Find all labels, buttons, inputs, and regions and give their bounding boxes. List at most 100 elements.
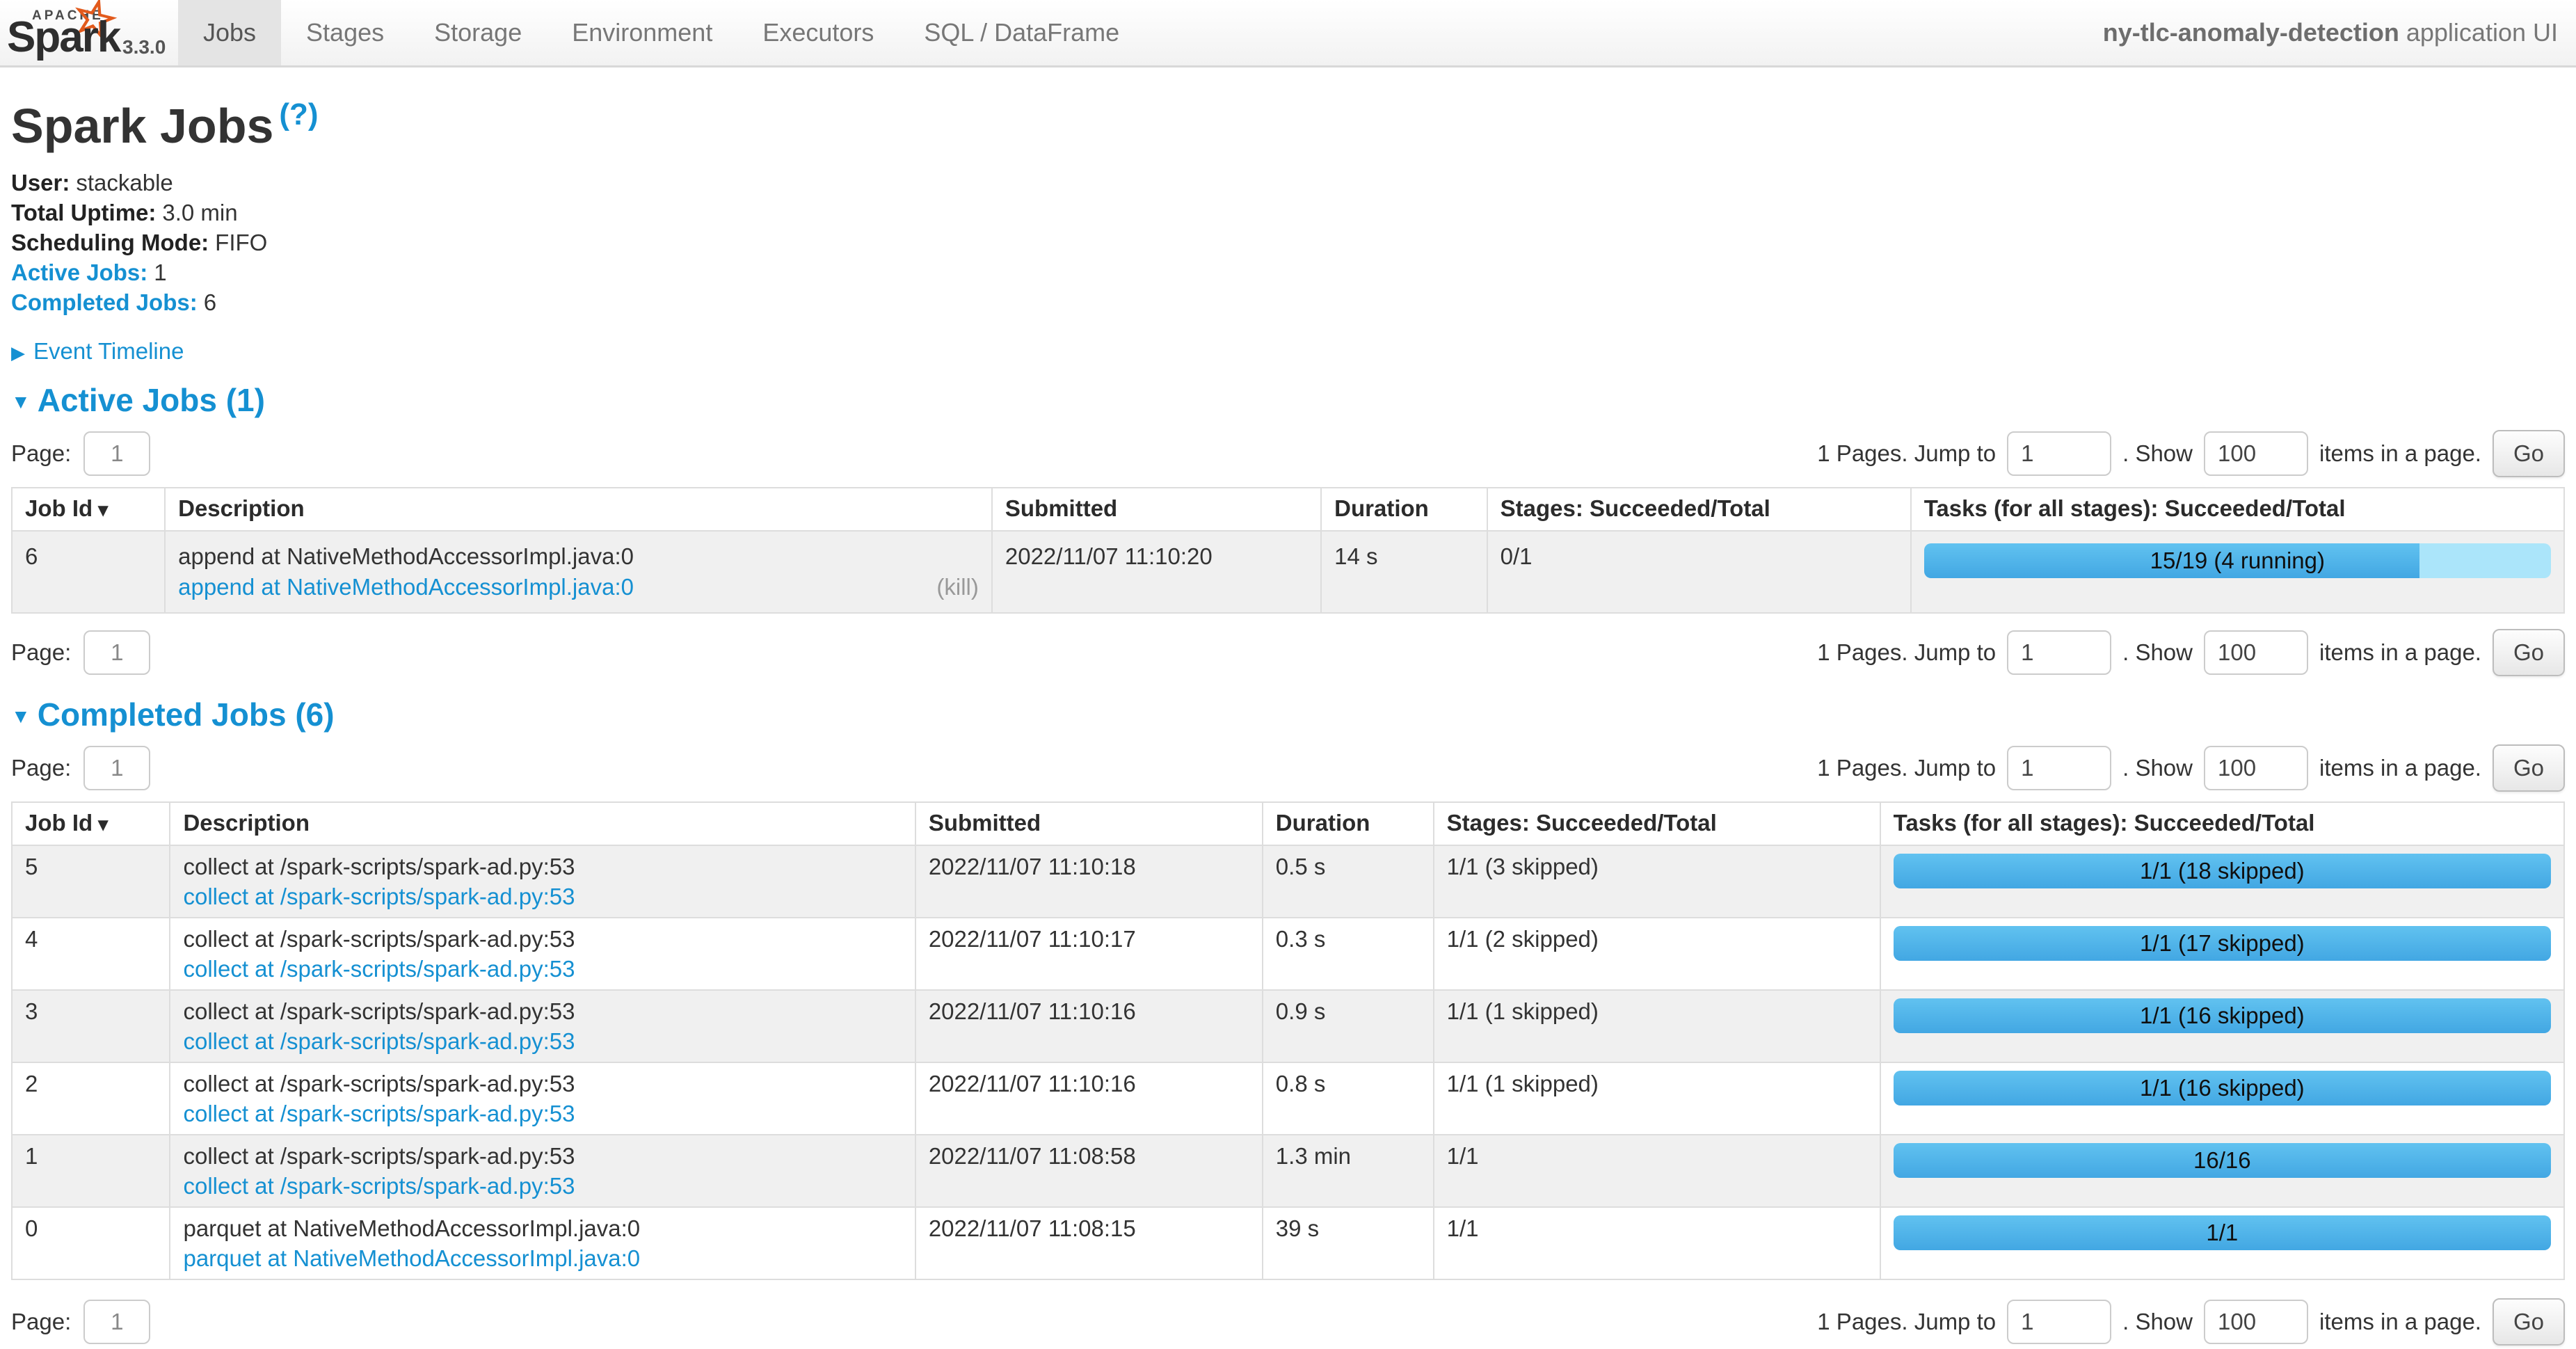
col-stages[interactable]: Stages: Succeeded/Total	[1434, 802, 1880, 845]
summary-scheduling-mode: Scheduling Mode:FIFO	[11, 228, 2565, 257]
tab-stages[interactable]: Stages	[281, 0, 409, 65]
table-row: 4 collect at /spark-scripts/spark-ad.py:…	[12, 918, 2564, 990]
summary-completed-jobs: Completed Jobs:6	[11, 287, 2565, 317]
jump-to-page-input[interactable]	[2007, 431, 2111, 476]
col-tasks[interactable]: Tasks (for all stages): Succeeded/Total	[1880, 802, 2564, 845]
application-name: ny-tlc-anomaly-detection application UI	[2103, 18, 2576, 47]
active-jobs-section-header[interactable]: ▼Active Jobs (1)	[11, 381, 2565, 419]
tab-executors[interactable]: Executors	[737, 0, 899, 65]
tab-storage[interactable]: Storage	[409, 0, 547, 65]
col-job-id[interactable]: Job Id▾	[12, 488, 165, 531]
go-button[interactable]: Go	[2493, 430, 2565, 477]
collapse-arrow-icon: ▼	[11, 391, 31, 413]
progress-label: 1/1 (16 skipped)	[1894, 998, 2551, 1033]
tab-sql-dataframe[interactable]: SQL / DataFrame	[899, 0, 1144, 65]
tasks-cell: 1/1 (18 skipped)	[1880, 845, 2564, 918]
spark-logo-text: Spark	[7, 13, 120, 62]
progress-label: 1/1	[1894, 1215, 2551, 1250]
tab-jobs[interactable]: Jobs	[178, 0, 281, 65]
job-id-cell: 6	[12, 531, 165, 613]
show-label: . Show	[2122, 755, 2193, 781]
job-description-link[interactable]: parquet at NativeMethodAccessorImpl.java…	[183, 1245, 640, 1271]
items-per-page-label: items in a page.	[2319, 1309, 2481, 1335]
submitted-cell: 2022/11/07 11:08:58	[915, 1135, 1263, 1207]
event-timeline-toggle[interactable]: ▶Event Timeline	[11, 338, 2565, 365]
tasks-cell: 1/1 (17 skipped)	[1880, 918, 2564, 990]
tasks-progress-bar: 1/1 (16 skipped)	[1894, 1071, 2551, 1105]
tasks-progress-bar: 1/1 (16 skipped)	[1894, 998, 2551, 1033]
items-per-page-input[interactable]	[2204, 630, 2308, 675]
submitted-cell: 2022/11/07 11:10:17	[915, 918, 1263, 990]
kill-link[interactable]: (kill)	[936, 572, 978, 602]
job-id-cell: 2	[12, 1062, 170, 1135]
active-jobs-link[interactable]: Active Jobs:	[11, 260, 147, 285]
job-description-link[interactable]: append at NativeMethodAccessorImpl.java:…	[178, 572, 634, 602]
help-icon[interactable]: (?)	[279, 97, 318, 131]
stages-cell: 1/1	[1434, 1207, 1880, 1279]
tab-environment[interactable]: Environment	[547, 0, 737, 65]
tasks-cell: 15/19 (4 running)	[1911, 531, 2564, 613]
col-duration[interactable]: Duration	[1321, 488, 1487, 531]
col-submitted[interactable]: Submitted	[915, 802, 1263, 845]
submitted-cell: 2022/11/07 11:10:18	[915, 845, 1263, 918]
go-button[interactable]: Go	[2493, 629, 2565, 676]
jump-to-page-input[interactable]	[2007, 1300, 2111, 1344]
page-number-input[interactable]	[83, 630, 150, 675]
tasks-progress-bar: 1/1 (18 skipped)	[1894, 854, 2551, 888]
jump-to-page-input[interactable]	[2007, 630, 2111, 675]
summary-user: User:stackable	[11, 168, 2565, 198]
go-button[interactable]: Go	[2493, 1298, 2565, 1346]
go-button[interactable]: Go	[2493, 744, 2565, 792]
items-per-page-label: items in a page.	[2319, 440, 2481, 467]
pagination-bar: Page: 1 Pages. Jump to . Show items in a…	[11, 629, 2565, 676]
page-number-input[interactable]	[83, 746, 150, 790]
job-description-link[interactable]: collect at /spark-scripts/spark-ad.py:53	[183, 956, 575, 982]
page-number-input[interactable]	[83, 1300, 150, 1344]
table-row: 3 collect at /spark-scripts/spark-ad.py:…	[12, 990, 2564, 1062]
pagination-bar: Page: 1 Pages. Jump to . Show items in a…	[11, 430, 2565, 477]
page-title-text: Spark Jobs	[11, 99, 273, 153]
page-label: Page:	[11, 1309, 71, 1335]
job-description-link[interactable]: collect at /spark-scripts/spark-ad.py:53	[183, 1028, 575, 1054]
col-description[interactable]: Description	[170, 802, 915, 845]
progress-label: 16/16	[1894, 1143, 2551, 1178]
col-duration[interactable]: Duration	[1263, 802, 1434, 845]
show-label: . Show	[2122, 639, 2193, 666]
summary-active-jobs: Active Jobs: 1	[11, 257, 2565, 287]
completed-jobs-section-header[interactable]: ▼Completed Jobs (6)	[11, 696, 2565, 733]
application-ui-suffix: application UI	[2406, 18, 2558, 47]
items-per-page-input[interactable]	[2204, 746, 2308, 790]
items-per-page-input[interactable]	[2204, 431, 2308, 476]
jump-to-page-input[interactable]	[2007, 746, 2111, 790]
items-per-page-input[interactable]	[2204, 1300, 2308, 1344]
page-number-input[interactable]	[83, 431, 150, 476]
job-id-cell: 5	[12, 845, 170, 918]
job-description-link[interactable]: collect at /spark-scripts/spark-ad.py:53	[183, 884, 575, 909]
col-tasks[interactable]: Tasks (for all stages): Succeeded/Total	[1911, 488, 2564, 531]
spark-logo[interactable]: APACHE ☆ Spark 3.3.0	[0, 0, 178, 65]
application-name-bold: ny-tlc-anomaly-detection	[2103, 18, 2399, 47]
col-job-id[interactable]: Job Id▾	[12, 802, 170, 845]
progress-label: 1/1 (17 skipped)	[1894, 926, 2551, 961]
col-submitted[interactable]: Submitted	[992, 488, 1321, 531]
col-description[interactable]: Description	[165, 488, 992, 531]
job-description: parquet at NativeMethodAccessorImpl.java…	[183, 1213, 902, 1243]
job-id-cell: 4	[12, 918, 170, 990]
description-cell: collect at /spark-scripts/spark-ad.py:53…	[170, 845, 915, 918]
job-description-link[interactable]: collect at /spark-scripts/spark-ad.py:53	[183, 1101, 575, 1126]
tasks-cell: 1/1	[1880, 1207, 2564, 1279]
description-cell: collect at /spark-scripts/spark-ad.py:53…	[170, 918, 915, 990]
job-description-link[interactable]: collect at /spark-scripts/spark-ad.py:53	[183, 1173, 575, 1199]
active-jobs-count: 1	[154, 260, 166, 285]
page-label: Page:	[11, 639, 71, 666]
duration-cell: 0.9 s	[1263, 990, 1434, 1062]
user-label: User:	[11, 170, 70, 195]
completed-jobs-count: 6	[204, 289, 216, 315]
col-stages[interactable]: Stages: Succeeded/Total	[1487, 488, 1911, 531]
description-cell: append at NativeMethodAccessorImpl.java:…	[165, 531, 992, 613]
tasks-progress-bar: 15/19 (4 running)	[1924, 543, 2551, 578]
items-per-page-label: items in a page.	[2319, 639, 2481, 666]
completed-jobs-link[interactable]: Completed Jobs:	[11, 289, 198, 315]
job-description: collect at /spark-scripts/spark-ad.py:53	[183, 924, 902, 954]
nav-tabs: Jobs Stages Storage Environment Executor…	[178, 0, 1144, 65]
